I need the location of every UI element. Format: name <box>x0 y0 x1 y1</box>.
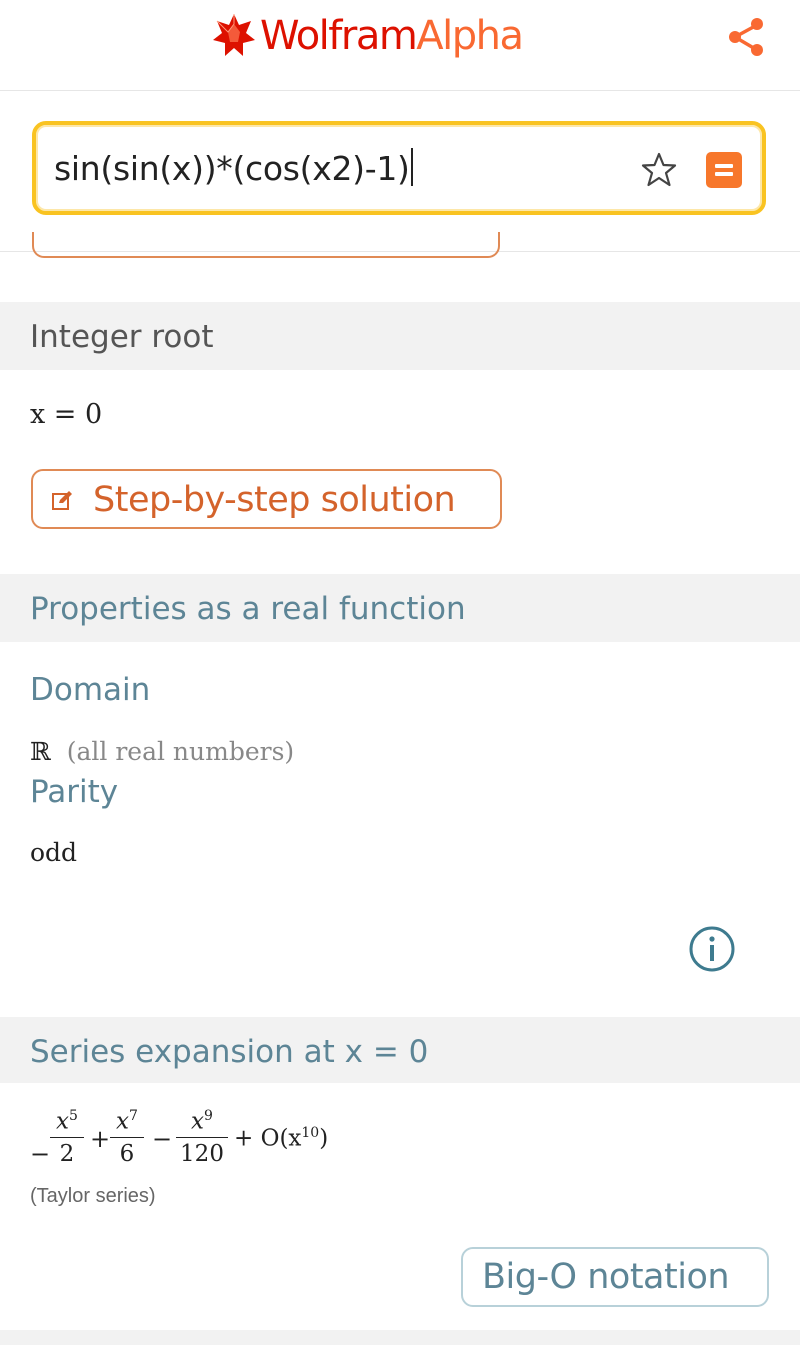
next-pod-header <box>0 1330 800 1345</box>
series-term-1: x5 2 <box>50 1108 84 1167</box>
series-term-2: x7 6 <box>110 1108 144 1167</box>
step-by-step-label: Step-by-step solution <box>93 480 456 520</box>
pod-header-series: Series expansion at x = 0 <box>0 1017 800 1083</box>
partial-button-edge <box>32 232 500 258</box>
equals-bar-bottom <box>715 172 733 176</box>
equals-bar-top <box>715 164 733 168</box>
wolfram-alpha-logo[interactable]: WolframAlpha <box>212 12 524 60</box>
wolfram-spikey-icon <box>213 14 255 56</box>
share-icon[interactable] <box>724 15 768 59</box>
series-plus-1: + <box>90 1125 111 1153</box>
star-icon[interactable] <box>640 151 678 189</box>
parity-value: odd <box>30 838 78 867</box>
app-header: WolframAlpha <box>0 0 800 91</box>
info-icon[interactable] <box>688 925 736 973</box>
domain-value: ℝ (all real numbers) <box>30 737 294 766</box>
parity-label: Parity <box>30 774 119 810</box>
equals-icon[interactable] <box>706 152 742 188</box>
big-o-notation-button[interactable]: Big-O notation <box>461 1247 769 1307</box>
pod-title: Integer root <box>30 319 214 355</box>
logo-text-accent: Alpha <box>416 13 524 59</box>
tail-exponent: 10 <box>301 1125 320 1141</box>
series-minus-2: − <box>152 1125 173 1153</box>
text-caret <box>410 148 413 186</box>
series-tail: + O(x10) <box>234 1125 328 1152</box>
tail-suffix: ) <box>319 1125 329 1152</box>
domain-note: (all real numbers) <box>66 737 295 766</box>
pod-header-properties: Properties as a real function <box>0 574 800 642</box>
pod-title: Series expansion at x = 0 <box>30 1034 429 1070</box>
term1-exponent: 5 <box>69 1108 78 1124</box>
edit-icon <box>52 491 72 510</box>
series-minus-1: − <box>30 1140 51 1168</box>
search-area: sin(sin(x))*(cos(x2)-1) <box>0 91 800 252</box>
term3-numerator: x <box>191 1108 205 1135</box>
term2-exponent: 7 <box>129 1108 138 1124</box>
step-by-step-button[interactable]: Step-by-step solution <box>31 469 502 529</box>
term2-denominator: 6 <box>110 1136 144 1167</box>
taylor-series-note: (Taylor series) <box>30 1185 156 1207</box>
term3-denominator: 120 <box>176 1136 228 1167</box>
tail-prefix: + O(x <box>234 1125 302 1152</box>
domain-label: Domain <box>30 672 151 708</box>
pod-title: Properties as a real function <box>30 591 466 627</box>
domain-symbol: ℝ <box>30 737 51 766</box>
logo-text-main: Wolfram <box>260 13 418 59</box>
term1-numerator: x <box>56 1108 70 1135</box>
logo-text: WolframAlpha <box>260 13 524 59</box>
search-input[interactable]: sin(sin(x))*(cos(x2)-1) <box>32 121 766 215</box>
term1-denominator: 2 <box>50 1136 84 1167</box>
search-query-text[interactable]: sin(sin(x))*(cos(x2)-1) <box>54 148 413 188</box>
pod-header-integer-root: Integer root <box>0 302 800 370</box>
term2-numerator: x <box>116 1108 130 1135</box>
integer-root-result: x = 0 <box>30 399 103 430</box>
big-o-label: Big-O notation <box>482 1257 730 1297</box>
series-term-3: x9 120 <box>176 1108 228 1167</box>
term3-exponent: 9 <box>204 1108 213 1124</box>
query-value: sin(sin(x))*(cos(x2)-1) <box>54 149 410 188</box>
